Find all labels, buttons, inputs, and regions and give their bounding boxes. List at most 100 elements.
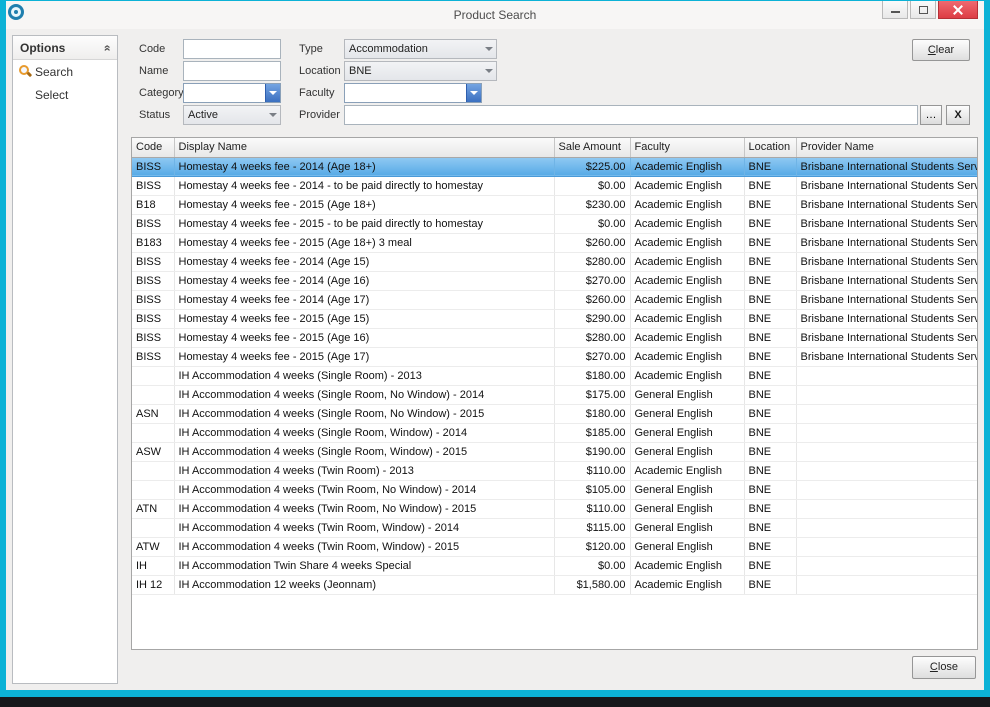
grid-cell[interactable]: BISS <box>132 214 174 233</box>
table-row[interactable]: BISSHomestay 4 weeks fee - 2014 (Age 15)… <box>132 252 977 271</box>
grid-cell[interactable]: IH Accommodation 4 weeks (Single Room, N… <box>174 385 554 404</box>
table-row[interactable]: B183Homestay 4 weeks fee - 2015 (Age 18+… <box>132 233 977 252</box>
grid-cell[interactable]: $260.00 <box>554 233 630 252</box>
grid-cell[interactable]: ASN <box>132 404 174 423</box>
grid-cell[interactable] <box>132 423 174 442</box>
table-row[interactable]: IH Accommodation 4 weeks (Single Room, N… <box>132 385 977 404</box>
chevron-down-icon[interactable] <box>481 47 496 51</box>
grid-cell[interactable]: IH Accommodation 4 weeks (Twin Room, No … <box>174 499 554 518</box>
grid-cell[interactable]: Homestay 4 weeks fee - 2015 (Age 17) <box>174 347 554 366</box>
grid-cell[interactable]: IH Accommodation 4 weeks (Twin Room, Win… <box>174 518 554 537</box>
grid-cell[interactable]: $0.00 <box>554 556 630 575</box>
grid-cell[interactable]: BISS <box>132 347 174 366</box>
grid-cell[interactable]: General English <box>630 499 744 518</box>
grid-cell[interactable]: $260.00 <box>554 290 630 309</box>
grid-cell[interactable]: Academic English <box>630 252 744 271</box>
grid-cell[interactable]: Academic English <box>630 366 744 385</box>
table-row[interactable]: ASN IH Accommodation 4 weeks (Single Roo… <box>132 404 977 423</box>
grid-cell[interactable]: BISS <box>132 176 174 195</box>
grid-cell[interactable]: General English <box>630 423 744 442</box>
table-row[interactable]: IH Accommodation 4 weeks (Single Room) -… <box>132 366 977 385</box>
grid-cell[interactable] <box>132 461 174 480</box>
chevron-down-icon[interactable] <box>265 84 280 102</box>
provider-input[interactable] <box>344 105 918 125</box>
grid-cell[interactable]: BNE <box>744 233 796 252</box>
grid-cell[interactable]: $270.00 <box>554 271 630 290</box>
grid-cell[interactable]: Homestay 4 weeks fee - 2014 (Age 17) <box>174 290 554 309</box>
status-dropdown[interactable]: Active <box>183 105 281 125</box>
table-row[interactable]: IH Accommodation 4 weeks (Twin Room) - 2… <box>132 461 977 480</box>
titlebar[interactable]: Product Search <box>6 1 984 29</box>
grid-cell[interactable]: BNE <box>744 328 796 347</box>
minimize-button[interactable] <box>882 1 908 19</box>
grid-cell[interactable]: Homestay 4 weeks fee - 2015 (Age 18+) 3 … <box>174 233 554 252</box>
grid-cell[interactable]: Brisbane International Students Services <box>796 290 977 309</box>
grid-cell[interactable]: IH 12 <box>132 575 174 594</box>
grid-cell[interactable]: BNE <box>744 309 796 328</box>
grid-cell[interactable]: Academic English <box>630 195 744 214</box>
grid-cell[interactable]: Brisbane International Students Services <box>796 233 977 252</box>
options-header[interactable]: Options » <box>13 36 117 60</box>
grid-cell[interactable]: General English <box>630 537 744 556</box>
grid-cell[interactable]: Academic English <box>630 347 744 366</box>
grid-cell[interactable]: Academic English <box>630 157 744 176</box>
chevron-down-icon[interactable] <box>481 69 496 73</box>
grid-cell[interactable]: BNE <box>744 366 796 385</box>
grid-cell[interactable] <box>796 575 977 594</box>
grid-cell[interactable]: BNE <box>744 290 796 309</box>
column-header[interactable]: Display Name <box>174 138 554 157</box>
grid-cell[interactable] <box>132 518 174 537</box>
grid-cell[interactable]: General English <box>630 442 744 461</box>
table-row[interactable]: IH Accommodation 4 weeks (Twin Room, No … <box>132 480 977 499</box>
grid-cell[interactable]: Academic English <box>630 556 744 575</box>
table-row[interactable]: ATNIH Accommodation 4 weeks (Twin Room, … <box>132 499 977 518</box>
grid-cell[interactable]: BNE <box>744 461 796 480</box>
grid-cell[interactable]: BISS <box>132 252 174 271</box>
grid-cell[interactable]: B18 <box>132 195 174 214</box>
grid-cell[interactable]: BNE <box>744 214 796 233</box>
grid-cell[interactable]: $0.00 <box>554 176 630 195</box>
code-input[interactable] <box>183 39 281 59</box>
grid-cell[interactable]: BNE <box>744 556 796 575</box>
grid-cell[interactable] <box>796 404 977 423</box>
table-row[interactable]: BISSHomestay 4 weeks fee - 2014 (Age 18+… <box>132 157 977 176</box>
grid-cell[interactable]: ATW <box>132 537 174 556</box>
grid-cell[interactable]: $185.00 <box>554 423 630 442</box>
grid-cell[interactable]: Brisbane International Students Services <box>796 214 977 233</box>
grid-cell[interactable]: General English <box>630 518 744 537</box>
table-row[interactable]: IHIH Accommodation Twin Share 4 weeks Sp… <box>132 556 977 575</box>
grid-cell[interactable]: BNE <box>744 271 796 290</box>
type-dropdown[interactable]: Accommodation <box>344 39 497 59</box>
grid-cell[interactable]: BNE <box>744 480 796 499</box>
grid-cell[interactable]: $230.00 <box>554 195 630 214</box>
grid-cell[interactable]: $280.00 <box>554 252 630 271</box>
grid-cell[interactable]: General English <box>630 385 744 404</box>
table-row[interactable]: BISSHomestay 4 weeks fee - 2014 (Age 16)… <box>132 271 977 290</box>
table-row[interactable]: BISSHomestay 4 weeks fee - 2014 (Age 17)… <box>132 290 977 309</box>
grid-cell[interactable]: IH Accommodation 4 weeks (Twin Room) - 2… <box>174 461 554 480</box>
column-header[interactable]: Sale Amount <box>554 138 630 157</box>
grid-cell[interactable]: IH Accommodation Twin Share 4 weeks Spec… <box>174 556 554 575</box>
grid-cell[interactable]: IH Accommodation 4 weeks (Twin Room, Win… <box>174 537 554 556</box>
location-dropdown[interactable]: BNE <box>344 61 497 81</box>
grid-cell[interactable]: Academic English <box>630 271 744 290</box>
grid-cell[interactable]: B183 <box>132 233 174 252</box>
grid-cell[interactable]: $190.00 <box>554 442 630 461</box>
grid-cell[interactable] <box>796 442 977 461</box>
grid-cell[interactable]: $0.00 <box>554 214 630 233</box>
grid-cell[interactable]: BNE <box>744 518 796 537</box>
table-row[interactable]: ATWIH Accommodation 4 weeks (Twin Room, … <box>132 537 977 556</box>
name-input[interactable] <box>183 61 281 81</box>
grid-cell[interactable]: IH <box>132 556 174 575</box>
maximize-button[interactable] <box>910 1 936 19</box>
grid-cell[interactable]: Homestay 4 weeks fee - 2015 (Age 16) <box>174 328 554 347</box>
grid-cell[interactable] <box>796 366 977 385</box>
grid-cell[interactable] <box>796 461 977 480</box>
grid-cell[interactable]: BNE <box>744 442 796 461</box>
table-row[interactable]: ASWIH Accommodation 4 weeks (Single Room… <box>132 442 977 461</box>
grid-cell[interactable]: BNE <box>744 252 796 271</box>
provider-clear-button[interactable]: X <box>946 105 970 125</box>
faculty-dropdown[interactable] <box>344 83 482 103</box>
table-row[interactable]: BISSHomestay 4 weeks fee - 2014 - to be … <box>132 176 977 195</box>
clear-button[interactable]: Clear <box>912 39 970 61</box>
